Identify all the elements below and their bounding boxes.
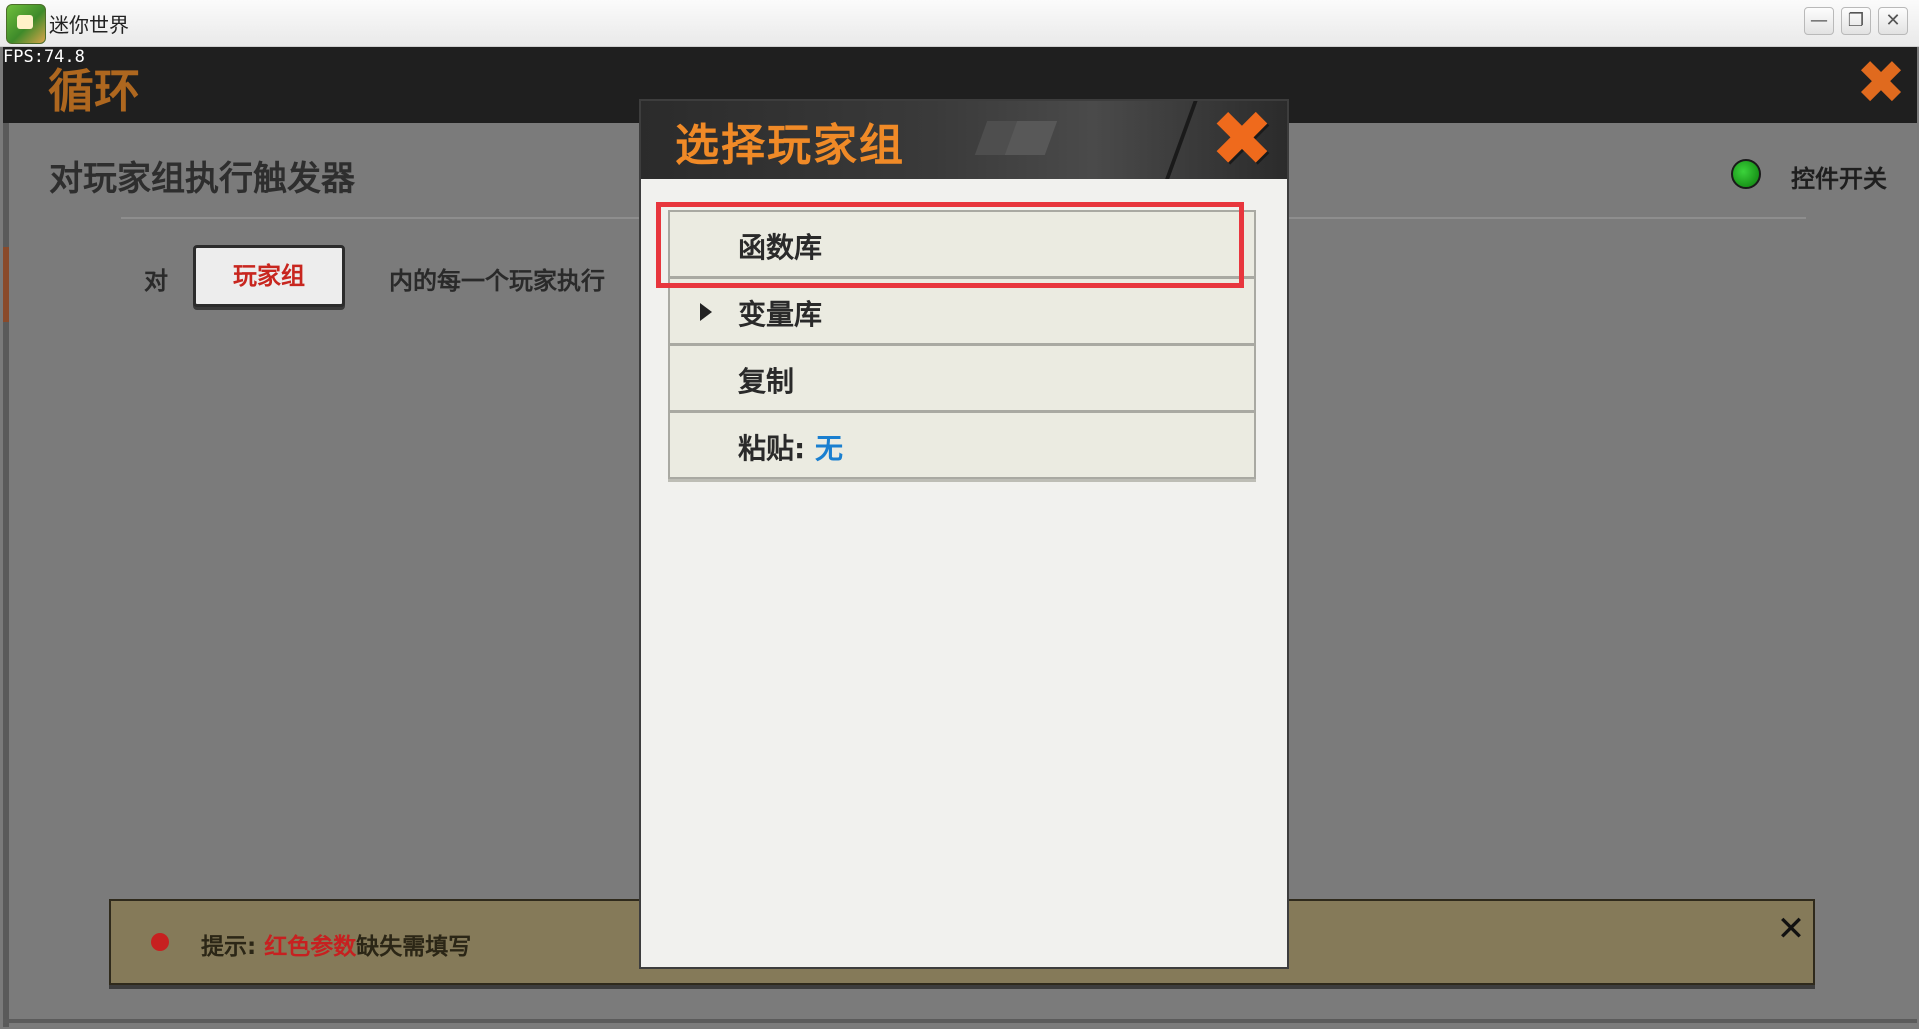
dialog-title: 选择玩家组 — [675, 120, 905, 171]
paste-label: 粘贴: — [738, 432, 815, 465]
control-switch-toggle[interactable] — [1731, 159, 1761, 189]
select-player-group-dialog: 选择玩家组 ✖ 函数库 变量库 复制 粘贴: 无 — [641, 101, 1287, 967]
dialog-header: 选择玩家组 ✖ — [641, 101, 1287, 179]
dialog-body: 函数库 变量库 复制 粘贴: 无 — [641, 179, 1287, 967]
header-close-icon[interactable]: ✖ — [1851, 53, 1911, 113]
section-title: 对玩家组执行触发器 — [49, 159, 355, 199]
menu-item-label: 粘贴: 无 — [738, 427, 843, 467]
left-edge-accent — [3, 247, 9, 322]
hint-text: 提示: 红色参数缺失需填写 — [201, 927, 471, 961]
control-switch-label: 控件开关 — [1791, 165, 1887, 193]
fps-counter: FPS:74.8 — [3, 47, 85, 67]
maximize-button[interactable]: ❐ — [1841, 7, 1871, 35]
paste-value: 无 — [814, 432, 843, 465]
statement-suffix: 内的每一个玩家执行 — [389, 267, 605, 295]
menu-item-label: 复制 — [738, 365, 795, 398]
menu-item-label: 函数库 — [738, 231, 823, 264]
menu-item-copy[interactable]: 复制 — [668, 344, 1256, 412]
game-area: FPS:74.8 循环 ✖ 对玩家组执行触发器 控件开关 对 玩家组 内的每一个… — [3, 47, 1917, 1027]
expand-arrow-icon — [700, 303, 712, 321]
window-title: 迷你世界 — [49, 13, 129, 37]
menu-item-label: 变量库 — [738, 298, 823, 331]
minimize-button[interactable]: — — [1804, 7, 1834, 35]
window-close-button[interactable]: ✕ — [1878, 7, 1908, 35]
hint-prefix: 提示: — [201, 934, 265, 960]
header-divider — [1162, 101, 1200, 179]
bottom-divider — [3, 1019, 1917, 1023]
dialog-close-icon[interactable]: ✖ — [1206, 101, 1278, 177]
hint-close-icon[interactable]: ✕ — [1771, 909, 1811, 949]
hint-dot-icon — [151, 933, 169, 951]
menu-item-function-library[interactable]: 函数库 — [668, 210, 1256, 278]
app-icon — [6, 4, 46, 44]
window-titlebar: 迷你世界 — ❐ ✕ — [0, 0, 1919, 47]
hint-highlight: 红色参数 — [264, 934, 357, 960]
hint-suffix: 缺失需填写 — [356, 934, 472, 960]
player-group-param-button[interactable]: 玩家组 — [193, 245, 345, 307]
menu-item-variable-library[interactable]: 变量库 — [668, 277, 1256, 345]
menu-item-paste[interactable]: 粘贴: 无 — [668, 411, 1256, 479]
statement-prefix: 对 — [144, 267, 168, 295]
